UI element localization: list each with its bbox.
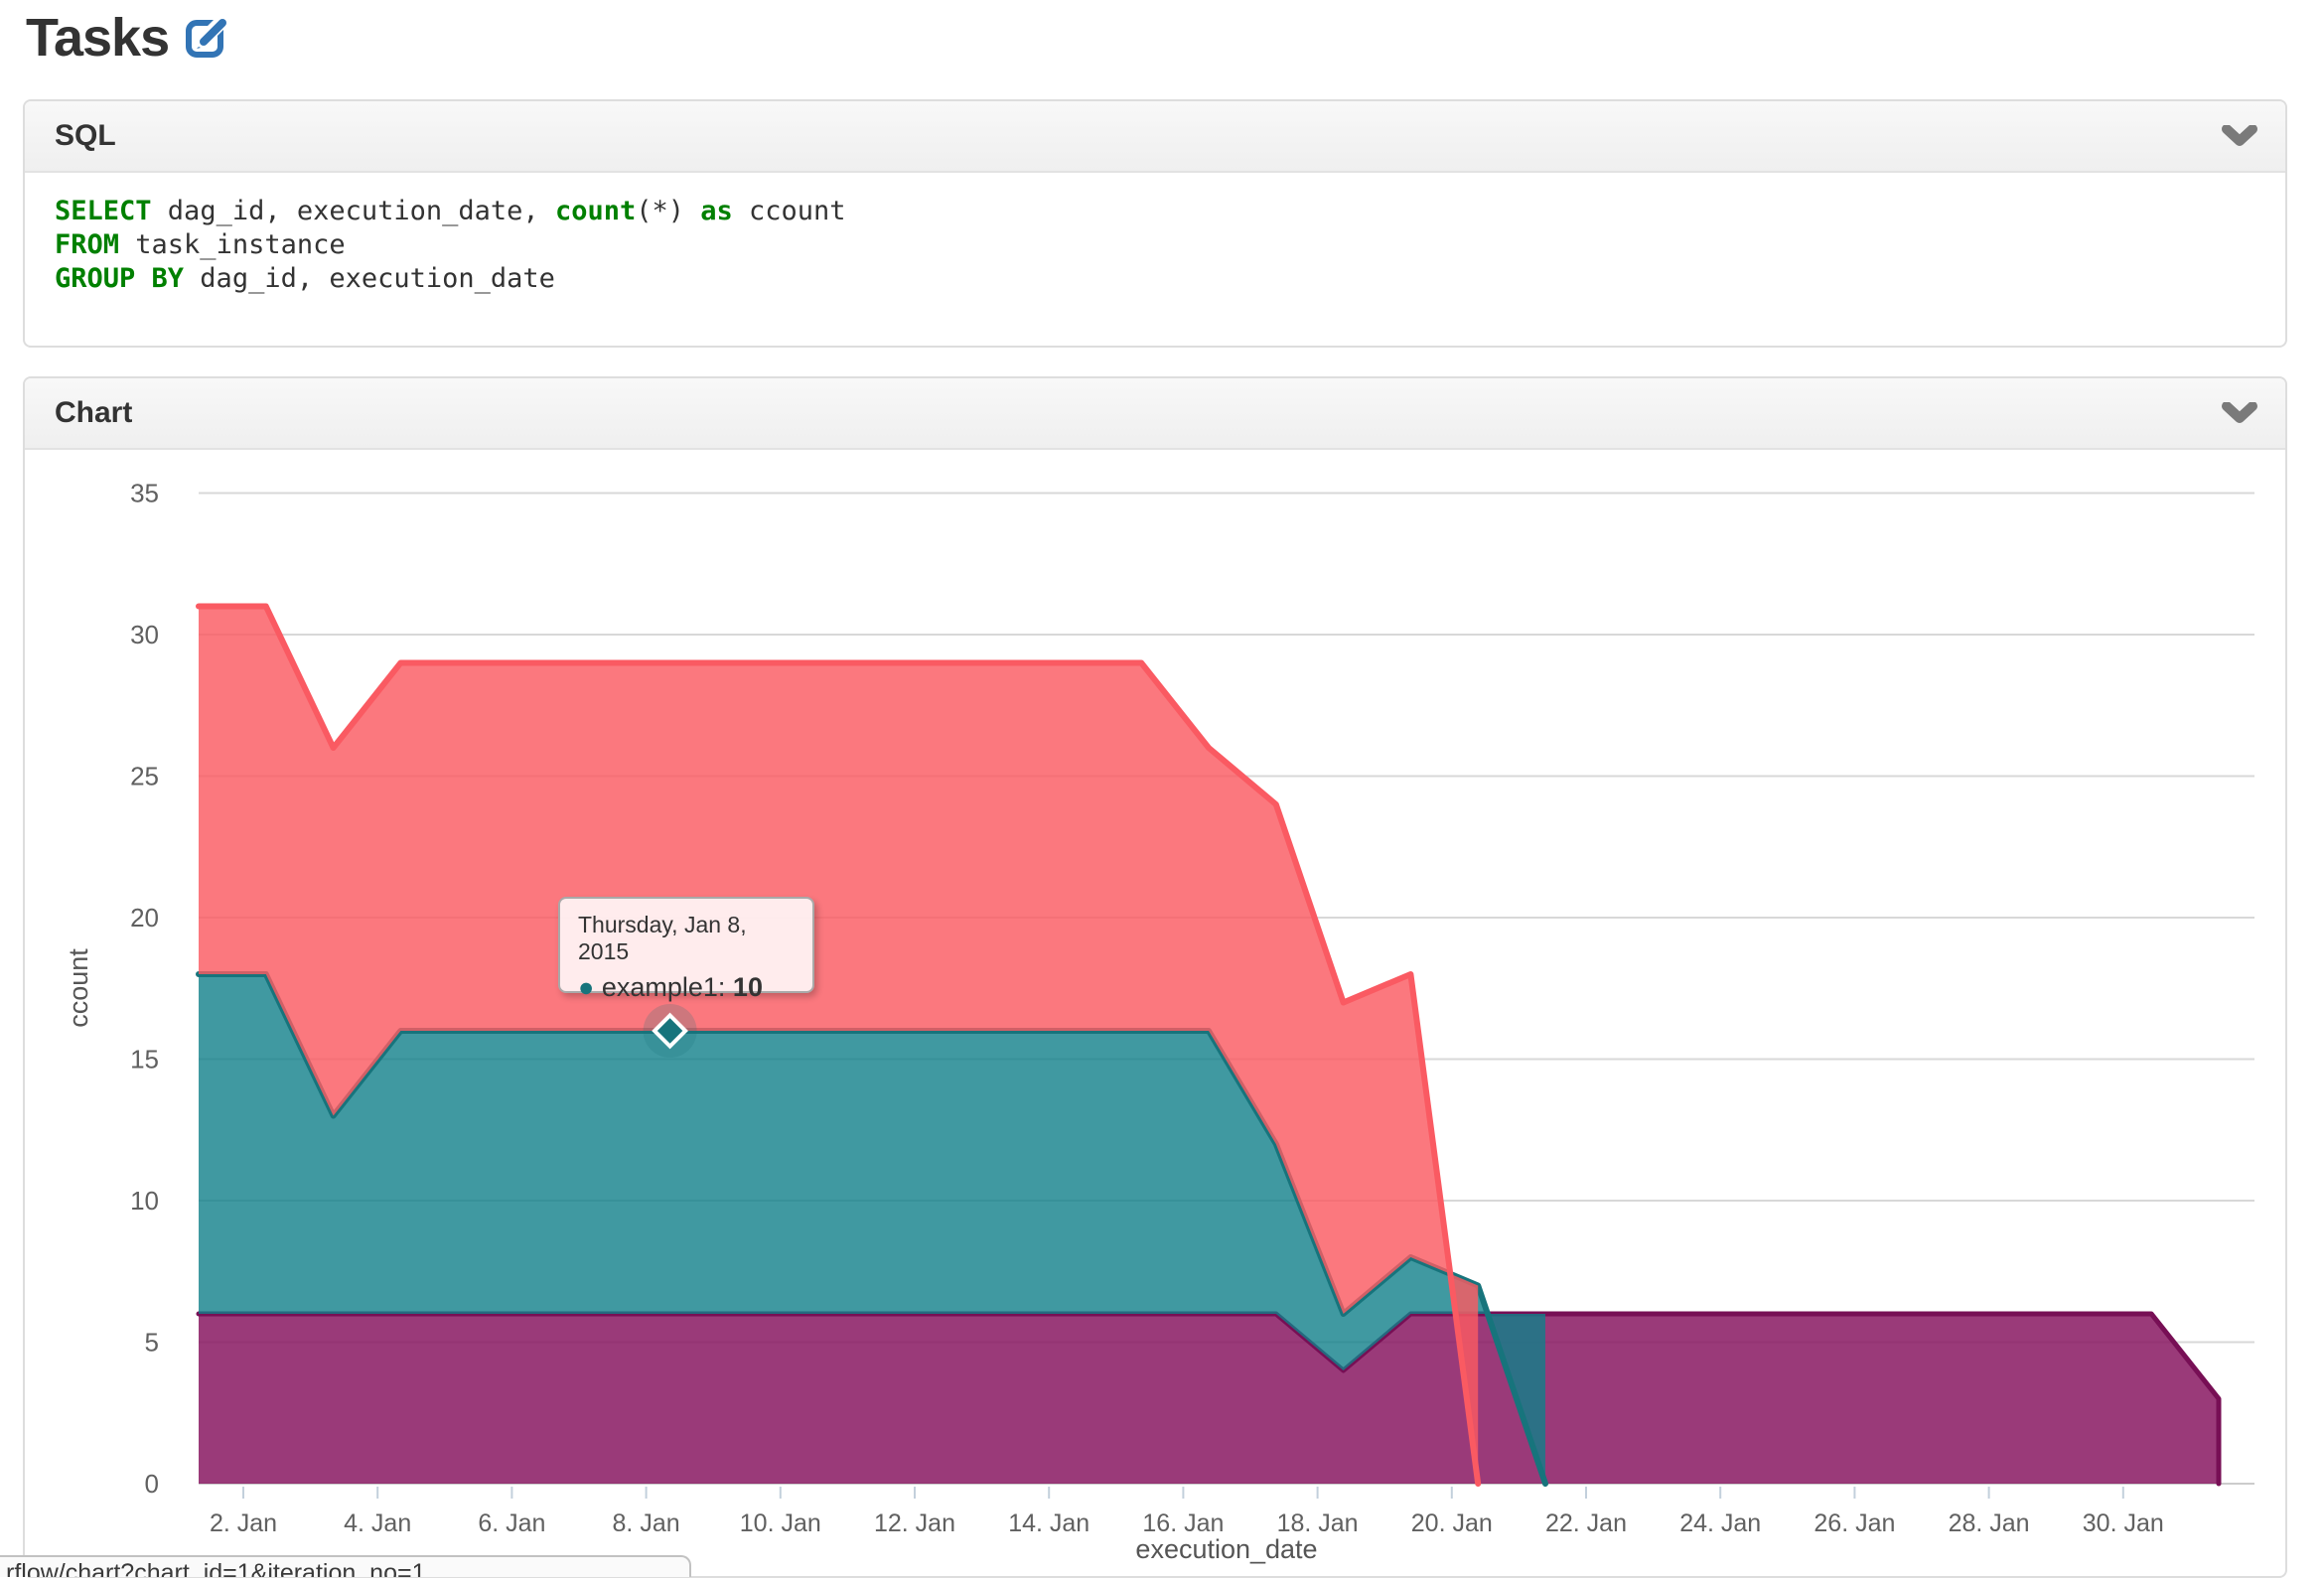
x-axis-title: execution_date xyxy=(1135,1534,1317,1564)
x-tick-label: 24. Jan xyxy=(1679,1509,1761,1537)
chart-panel-title: Chart xyxy=(55,396,132,429)
area-series-0[interactable] xyxy=(199,1314,2219,1484)
x-tick-label: 10. Jan xyxy=(740,1509,821,1537)
tooltip-series-label: example1 xyxy=(602,972,718,1002)
sql-code-block: SELECT dag_id, execution_date, count(*) … xyxy=(25,173,2285,318)
page-title: Tasks xyxy=(26,0,230,75)
x-tick-label: 14. Jan xyxy=(1008,1509,1089,1537)
tooltip-value: 10 xyxy=(733,972,763,1002)
y-tick-label: 30 xyxy=(130,620,159,649)
sql-panel-title: SQL xyxy=(55,119,116,152)
stacked-area-chart[interactable]: 0 5 10 15 20 25 30 35 2. Jan 4. Jan 6. Jan 8. Jan 10… xyxy=(0,450,2324,1573)
x-tick-label: 12. Jan xyxy=(874,1509,955,1537)
x-tick-label: 6. Jan xyxy=(478,1509,545,1537)
chevron-down-icon[interactable] xyxy=(2222,402,2257,424)
y-tick-label: 20 xyxy=(130,903,159,932)
browser-status-bar: rflow/chart?chart_id=1&iteration_no=1 xyxy=(0,1555,691,1577)
x-tick-label: 4. Jan xyxy=(344,1509,411,1537)
y-axis-title: ccount xyxy=(64,948,93,1028)
y-tick-label: 15 xyxy=(130,1045,159,1075)
y-tick-label: 25 xyxy=(130,762,159,791)
tooltip-series-row: ● example1: 10 xyxy=(578,972,795,1003)
page-title-text: Tasks xyxy=(26,7,169,69)
y-tick-label: 10 xyxy=(130,1186,159,1216)
edit-chart-icon[interactable] xyxy=(185,15,230,61)
tooltip-date: Thursday, Jan 8, 2015 xyxy=(578,912,795,965)
chart-panel-header[interactable]: Chart xyxy=(25,378,2285,450)
x-tick-label: 18. Jan xyxy=(1277,1509,1359,1537)
x-tick-label: 28. Jan xyxy=(1949,1509,2030,1537)
y-tick-label: 35 xyxy=(130,479,159,508)
sql-panel-header[interactable]: SQL xyxy=(25,101,2285,173)
sql-panel: SQL SELECT dag_id, execution_date, count… xyxy=(23,99,2287,348)
x-tick-label: 20. Jan xyxy=(1411,1509,1493,1537)
x-tick-label: 16. Jan xyxy=(1142,1509,1224,1537)
x-tick-label: 8. Jan xyxy=(613,1509,680,1537)
series-bullet-icon: ● xyxy=(578,972,594,1002)
y-tick-label: 0 xyxy=(145,1469,159,1499)
x-tick-label: 2. Jan xyxy=(210,1509,277,1537)
x-tick-label: 26. Jan xyxy=(1814,1509,1895,1537)
y-tick-label: 5 xyxy=(145,1328,159,1358)
x-tick-label: 22. Jan xyxy=(1545,1509,1627,1537)
status-bar-url: rflow/chart?chart_id=1&iteration_no=1 xyxy=(6,1559,689,1577)
chevron-down-icon[interactable] xyxy=(2222,125,2257,147)
chart-tooltip: Thursday, Jan 8, 2015 ● example1: 10 xyxy=(558,897,814,993)
x-tick-label: 30. Jan xyxy=(2083,1509,2164,1537)
